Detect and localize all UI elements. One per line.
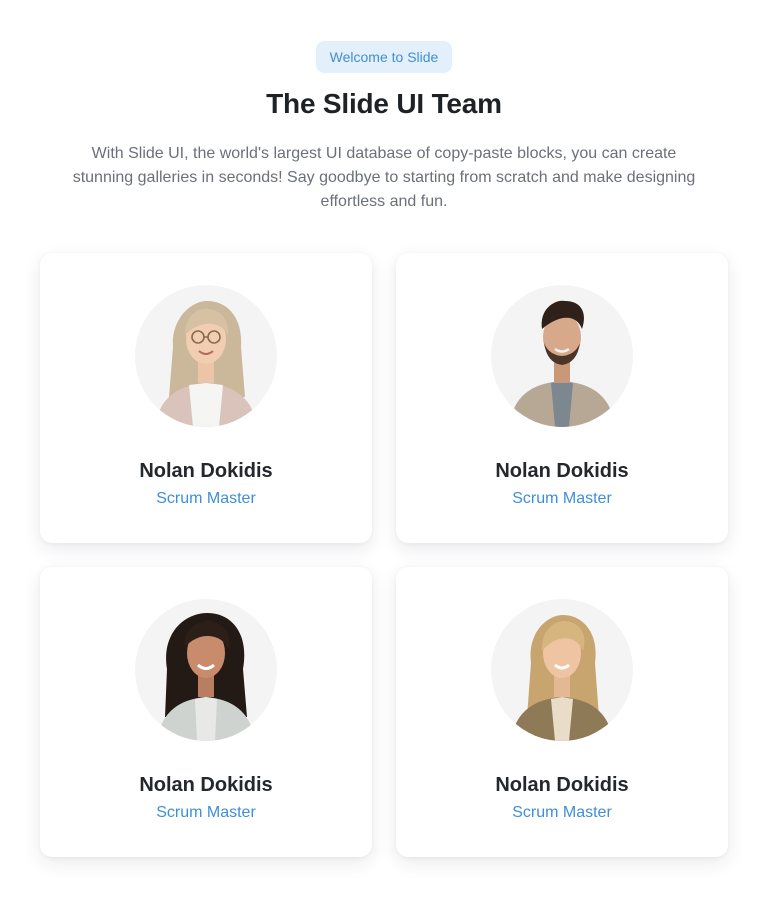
member-role: Scrum Master: [156, 804, 256, 821]
member-name: Nolan Dokidis: [495, 460, 629, 482]
section-description: With Slide UI, the world's largest UI da…: [72, 145, 696, 210]
member-role: Scrum Master: [512, 490, 612, 507]
woman-blonde-portrait-icon: [511, 615, 613, 741]
member-role: Scrum Master: [512, 804, 612, 821]
woman-curly-hair-portrait-icon: [157, 613, 255, 741]
page-title: The Slide UI Team: [266, 88, 502, 119]
avatar: [135, 285, 277, 427]
team-member-card: Nolan Dokidis Scrum Master: [396, 253, 728, 543]
team-member-card: Nolan Dokidis Scrum Master: [40, 253, 372, 543]
avatar: [135, 599, 277, 741]
member-name: Nolan Dokidis: [139, 460, 273, 482]
woman-glasses-portrait-icon: [155, 301, 257, 427]
team-section: Welcome to Slide The Slide UI Team With …: [0, 0, 768, 897]
man-jacket-portrait-icon: [509, 300, 615, 427]
welcome-badge: Welcome to Slide: [316, 41, 452, 73]
team-member-card: Nolan Dokidis Scrum Master: [40, 567, 372, 857]
avatar: [491, 599, 633, 741]
member-role: Scrum Master: [156, 490, 256, 507]
member-name: Nolan Dokidis: [495, 774, 629, 796]
avatar: [491, 285, 633, 427]
member-name: Nolan Dokidis: [139, 774, 273, 796]
team-member-card: Nolan Dokidis Scrum Master: [396, 567, 728, 857]
